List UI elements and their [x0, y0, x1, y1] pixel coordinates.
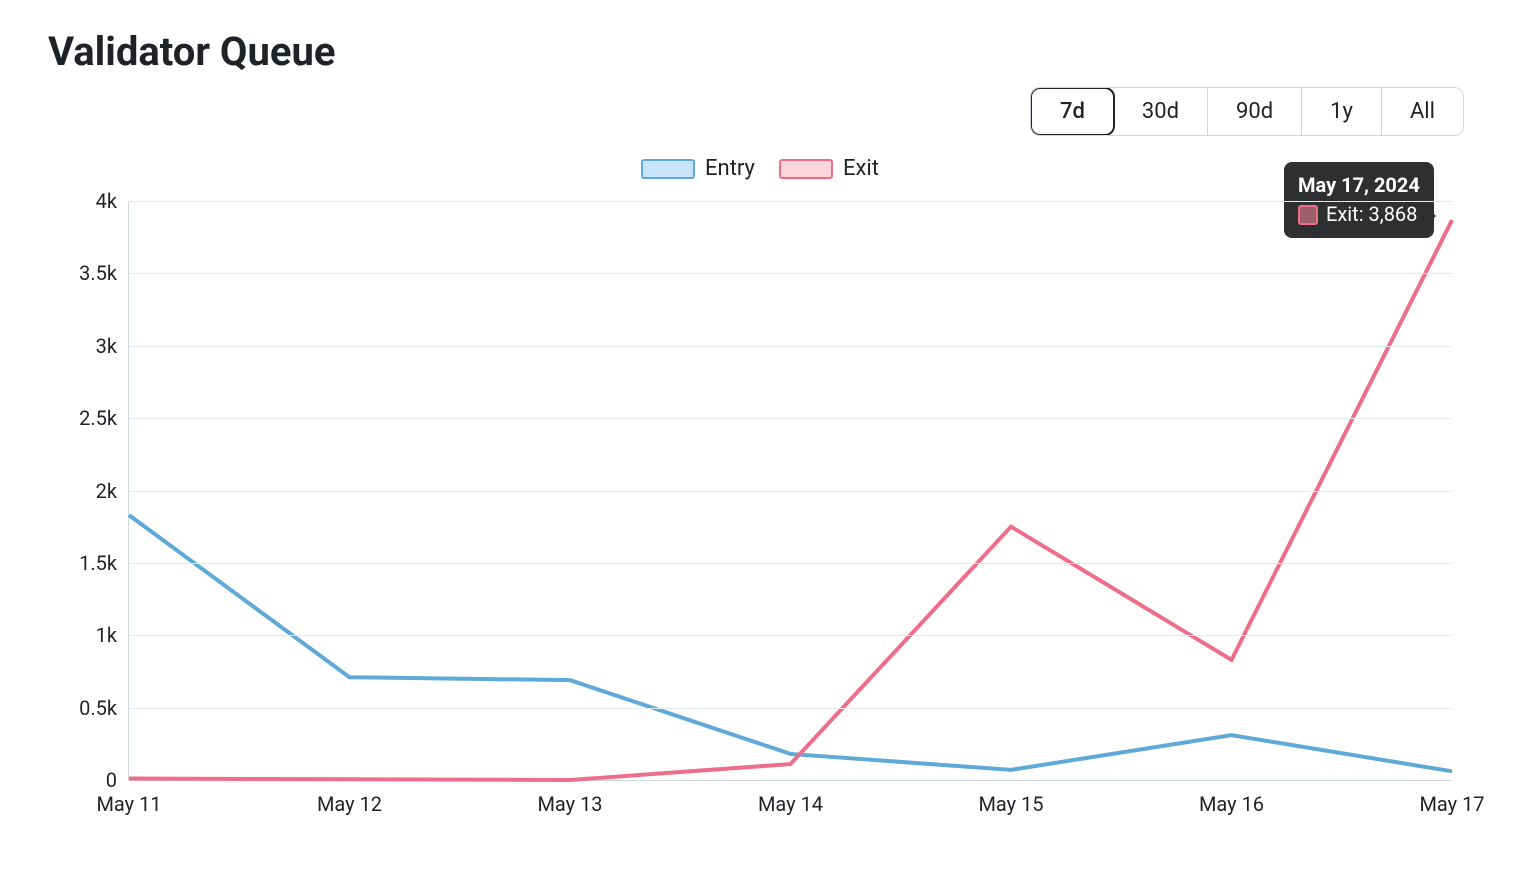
x-axis-label: May 13 [537, 792, 602, 816]
series-entry [129, 515, 1452, 771]
series-exit [129, 220, 1452, 780]
x-axis-label: May 17 [1419, 792, 1484, 816]
chart[interactable]: May 17, 2024 Exit: 3,868 00.5k1k1.5k2k2.… [48, 191, 1472, 831]
legend-entry[interactable]: Entry [641, 156, 755, 181]
grid-line [129, 273, 1452, 274]
grid-line [129, 563, 1452, 564]
y-axis-label: 0.5k [79, 696, 117, 720]
y-axis-label: 3k [96, 334, 117, 358]
x-axis-label: May 12 [317, 792, 382, 816]
legend-entry-swatch [641, 159, 695, 179]
y-axis-label: 3.5k [79, 261, 117, 285]
grid-line [129, 201, 1452, 202]
y-axis-label: 2.5k [79, 406, 117, 430]
legend-entry-label: Entry [705, 156, 755, 181]
time-range-group: 7d30d90d1yAll [1030, 87, 1464, 136]
y-axis-label: 1k [96, 623, 117, 647]
x-axis-label: May 14 [758, 792, 823, 816]
range-all[interactable]: All [1382, 88, 1463, 135]
x-axis-label: May 16 [1199, 792, 1264, 816]
range-1y[interactable]: 1y [1302, 88, 1382, 135]
chart-legend: Entry Exit [48, 156, 1472, 181]
y-axis-label: 0 [106, 768, 117, 792]
legend-exit-label: Exit [843, 156, 879, 181]
x-axis-label: May 11 [96, 792, 161, 816]
range-90d[interactable]: 90d [1208, 88, 1302, 135]
legend-exit-swatch [779, 159, 833, 179]
x-axis-label: May 15 [978, 792, 1043, 816]
grid-line [129, 708, 1452, 709]
grid-line [129, 418, 1452, 419]
y-axis-label: 2k [96, 479, 117, 503]
page-title: Validator Queue [48, 28, 1472, 75]
y-axis-label: 4k [96, 189, 117, 213]
legend-exit[interactable]: Exit [779, 156, 879, 181]
grid-line [129, 635, 1452, 636]
grid-line [129, 491, 1452, 492]
y-axis-label: 1.5k [79, 551, 117, 575]
range-7d[interactable]: 7d [1030, 87, 1115, 136]
range-30d[interactable]: 30d [1114, 88, 1208, 135]
grid-line [129, 346, 1452, 347]
